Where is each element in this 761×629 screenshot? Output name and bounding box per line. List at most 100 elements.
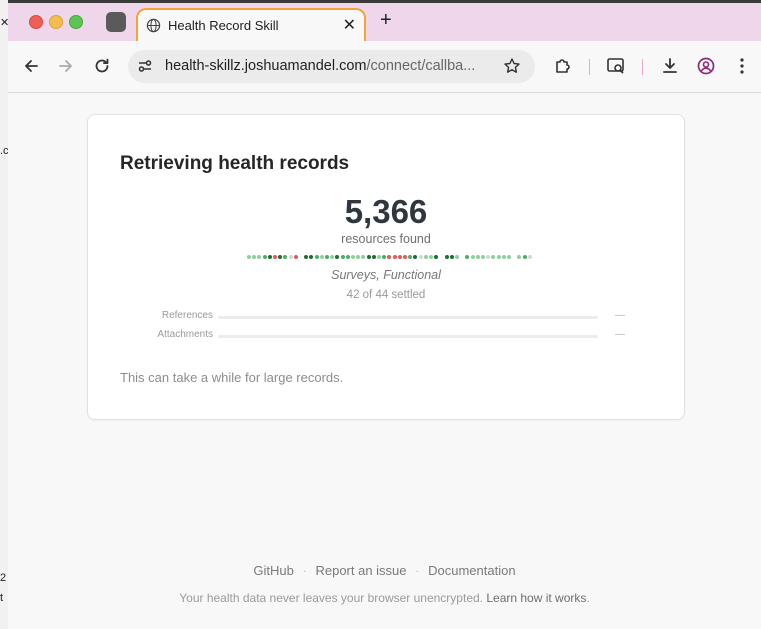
status-dot bbox=[429, 255, 433, 259]
attachments-progress: Attachments — bbox=[118, 329, 658, 343]
status-dot bbox=[278, 255, 283, 259]
status-dot bbox=[356, 255, 361, 259]
status-dot bbox=[517, 255, 522, 259]
profile-avatar-icon[interactable] bbox=[696, 56, 716, 76]
progress-label: References bbox=[161, 310, 213, 321]
status-dot bbox=[366, 255, 371, 259]
status-dot bbox=[486, 255, 491, 259]
status-dot bbox=[267, 255, 272, 259]
status-dot bbox=[413, 255, 418, 259]
background-window-glyph: t bbox=[0, 592, 4, 604]
window-close-button[interactable] bbox=[29, 15, 43, 29]
download-icon[interactable] bbox=[660, 56, 680, 76]
status-dot bbox=[345, 255, 350, 259]
footer-separator: · bbox=[415, 563, 420, 578]
references-progress: References — bbox=[118, 310, 658, 324]
status-dot bbox=[408, 255, 413, 259]
status-dot bbox=[361, 255, 366, 259]
forward-arrow-icon[interactable] bbox=[56, 56, 76, 76]
status-dot bbox=[288, 255, 293, 259]
status-dot bbox=[314, 255, 319, 259]
progress-value: — bbox=[615, 310, 625, 321]
status-dot bbox=[522, 255, 527, 259]
status-dot bbox=[382, 255, 387, 259]
status-dot bbox=[371, 255, 376, 259]
progress-label: Attachments bbox=[157, 329, 213, 340]
resource-count-label: resources found bbox=[341, 232, 431, 246]
documentation-link[interactable]: Documentation bbox=[428, 563, 515, 578]
reload-icon[interactable] bbox=[92, 56, 112, 76]
privacy-note-end: . bbox=[586, 591, 590, 605]
status-dot bbox=[273, 255, 277, 259]
privacy-note: Your health data never leaves your brows… bbox=[8, 591, 761, 605]
status-dot bbox=[335, 255, 340, 259]
status-dot bbox=[434, 255, 439, 259]
status-dot bbox=[501, 255, 506, 259]
site-settings-icon[interactable] bbox=[137, 58, 153, 74]
extensions-puzzle-icon[interactable] bbox=[553, 56, 573, 76]
page-content: Retrieving health records 5,366 resource… bbox=[8, 93, 761, 629]
learn-how-link[interactable]: Learn how it works bbox=[486, 591, 586, 605]
status-dot bbox=[397, 255, 402, 259]
new-tab-button[interactable]: + bbox=[380, 9, 392, 32]
status-dot bbox=[309, 255, 314, 259]
tab-title: Health Record Skill bbox=[168, 18, 279, 33]
status-dot bbox=[330, 255, 335, 259]
pinned-tab-icon[interactable] bbox=[106, 12, 126, 32]
desktop-left-edge: ✕ .c 2 t bbox=[0, 0, 9, 629]
resource-count: 5,366 bbox=[344, 193, 428, 230]
github-link[interactable]: GitHub bbox=[253, 563, 293, 578]
globe-icon bbox=[146, 18, 161, 33]
url-text[interactable]: health-skillz.joshuamandel.com/connect/c… bbox=[165, 58, 475, 74]
browser-window: Health Record Skill ✕ + health-skillz.jo… bbox=[8, 3, 761, 629]
tab-close-icon[interactable]: ✕ bbox=[343, 15, 356, 35]
wait-hint: This can take a while for large records. bbox=[120, 370, 344, 385]
address-bar[interactable]: health-skillz.joshuamandel.com/connect/c… bbox=[128, 50, 535, 83]
toolbar-divider bbox=[589, 59, 590, 75]
status-dot bbox=[283, 255, 288, 259]
status-dot bbox=[491, 255, 496, 259]
bookmark-star-icon[interactable] bbox=[503, 57, 521, 75]
status-dot bbox=[319, 255, 324, 259]
privacy-note-text: Your health data never leaves your brows… bbox=[179, 591, 483, 605]
url-path: /connect/callba... bbox=[366, 58, 476, 74]
footer-separator: · bbox=[302, 563, 307, 578]
status-dot bbox=[252, 255, 257, 259]
status-dot bbox=[470, 255, 475, 259]
status-dot bbox=[423, 255, 428, 259]
status-dot bbox=[449, 255, 454, 259]
status-dot bbox=[377, 255, 381, 259]
status-dot bbox=[262, 255, 267, 259]
resource-status-dots bbox=[247, 254, 537, 260]
window-minimize-button[interactable] bbox=[49, 15, 63, 29]
status-dot bbox=[460, 255, 464, 259]
status-dot bbox=[247, 255, 251, 259]
status-dot bbox=[351, 255, 355, 259]
status-dot bbox=[387, 255, 392, 259]
progress-track bbox=[218, 316, 598, 319]
status-dot bbox=[527, 255, 532, 259]
progress-track bbox=[218, 335, 598, 338]
status-dot bbox=[439, 255, 443, 259]
status-dot bbox=[481, 255, 485, 259]
report-issue-link[interactable]: Report an issue bbox=[315, 563, 406, 578]
status-dot bbox=[257, 255, 262, 259]
retrieval-card: Retrieving health records 5,366 resource… bbox=[87, 114, 685, 420]
background-window-glyph: 2 bbox=[0, 572, 7, 584]
status-dot bbox=[392, 255, 397, 259]
status-dot bbox=[512, 255, 516, 259]
tab-search-icon[interactable] bbox=[606, 56, 626, 76]
window-maximize-button[interactable] bbox=[69, 15, 83, 29]
status-dot bbox=[455, 255, 459, 259]
tab-bar: Health Record Skill ✕ + bbox=[8, 3, 761, 46]
browser-toolbar: health-skillz.joshuamandel.com/connect/c… bbox=[8, 41, 761, 93]
progress-value: — bbox=[615, 329, 625, 340]
status-dot bbox=[304, 255, 309, 259]
back-arrow-icon[interactable] bbox=[21, 56, 41, 76]
footer-links: GitHub · Report an issue · Documentation bbox=[8, 563, 761, 578]
status-dot bbox=[465, 255, 470, 259]
status-dot bbox=[299, 255, 303, 259]
url-host: health-skillz.joshuamandel.com bbox=[165, 58, 367, 74]
status-dot bbox=[444, 255, 449, 259]
more-menu-icon[interactable] bbox=[732, 56, 752, 76]
